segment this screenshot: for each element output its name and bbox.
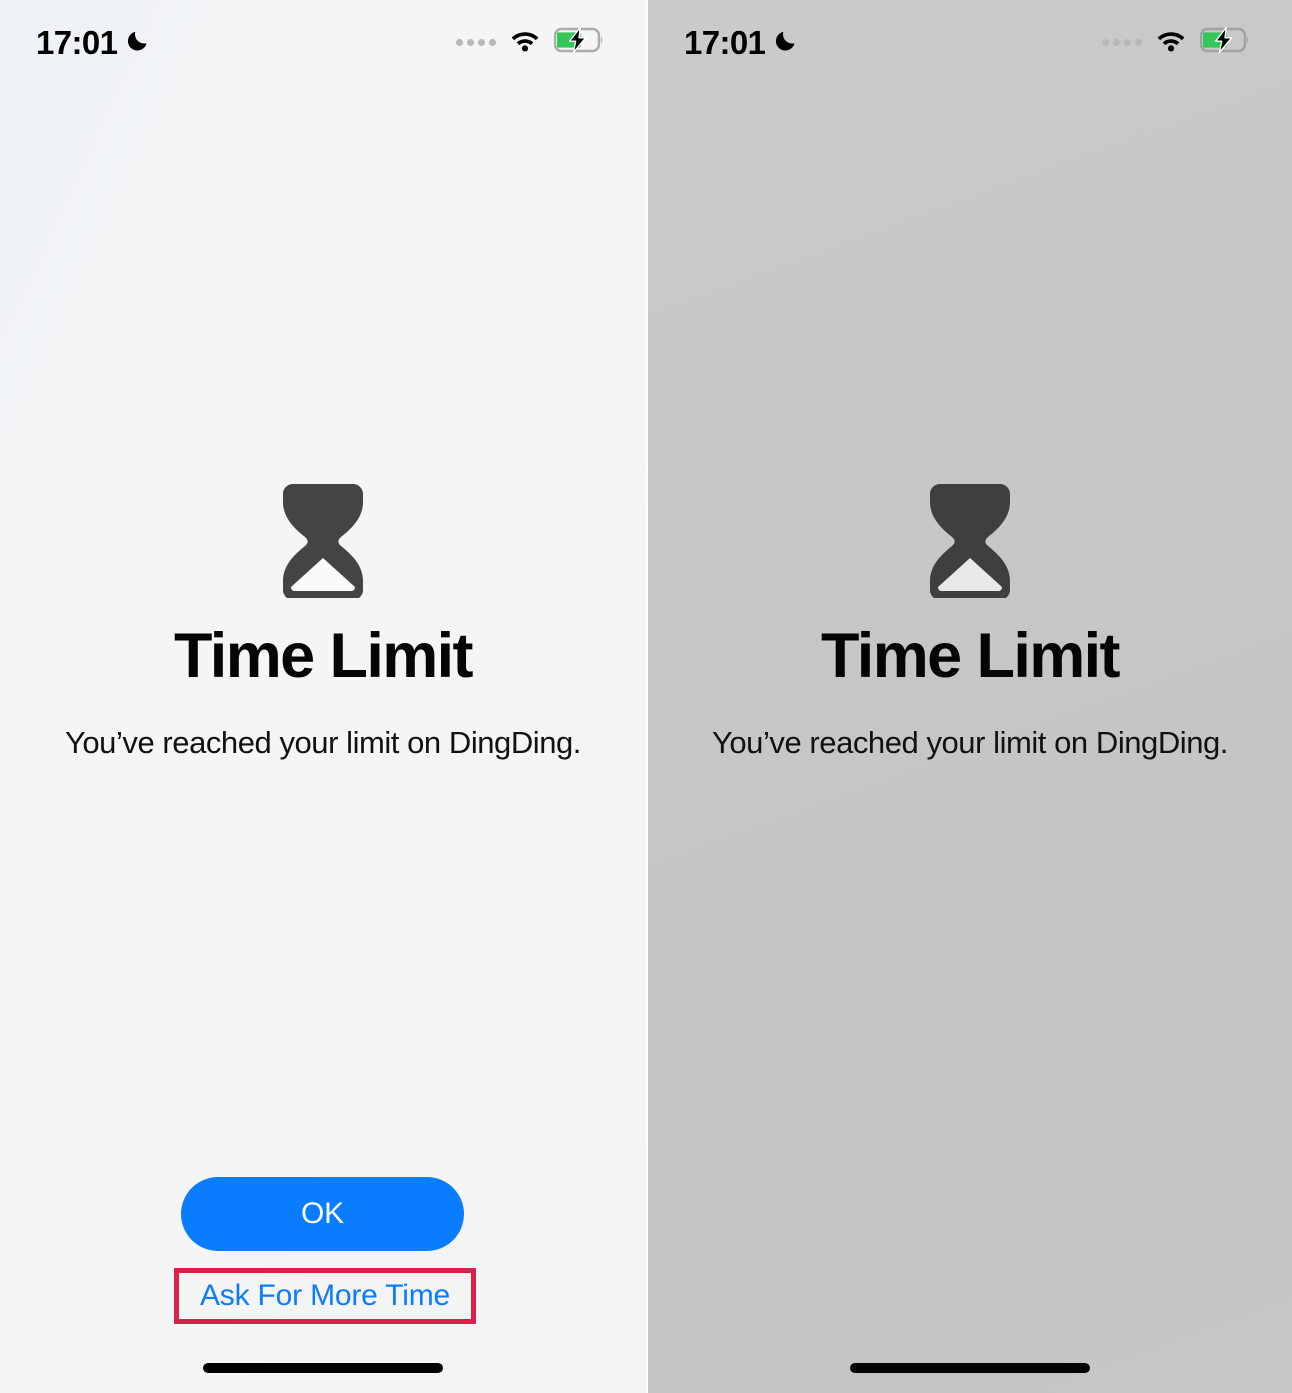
signal-dots-icon (1102, 38, 1142, 46)
page-title: Time Limit (174, 621, 474, 691)
signal-dots-icon (456, 38, 496, 46)
home-indicator-left[interactable] (203, 1363, 443, 1373)
status-bar-left: 17:01 (0, 0, 646, 84)
ok-button[interactable]: OK (181, 1177, 464, 1251)
hourglass-icon (922, 480, 1018, 603)
screenshot-root: 17:01 Time Limit You’ve reached your lim… (0, 0, 1292, 1393)
status-bar-left-group: 17:01 (36, 26, 150, 59)
status-bar-clock: 17:01 (684, 23, 766, 61)
page-title: Time Limit (821, 621, 1121, 691)
crescent-moon-icon (126, 28, 150, 57)
page-subtitle: You’ve reached your limit on DingDing. (65, 725, 581, 760)
home-indicator-right[interactable] (850, 1363, 1090, 1373)
status-bar-right-group (456, 26, 604, 58)
wifi-icon (1155, 28, 1187, 57)
ask-for-more-time-button[interactable]: Ask For More Time (174, 1268, 476, 1324)
status-bar-right: 17:01 (648, 0, 1292, 84)
screen-time-limit-alert: 17:01 Time Limit You’ve reached your lim… (0, 0, 646, 1393)
status-bar-right-group (1102, 26, 1250, 58)
hourglass-icon (275, 480, 371, 603)
battery-charging-icon (553, 26, 604, 58)
battery-charging-icon (1199, 26, 1250, 58)
status-bar-clock: 17:01 (36, 23, 118, 61)
wifi-icon (509, 28, 541, 57)
page-subtitle: You’ve reached your limit on DingDing. (712, 725, 1228, 760)
crescent-moon-icon (774, 28, 798, 57)
time-limit-hero-right: Time Limit You’ve reached your limit on … (648, 480, 1292, 761)
screen-time-limit-action-sheet: 17:01 Time Limit You’ve reached your lim… (646, 0, 1292, 1393)
ask-for-more-time-label: Ask For More Time (200, 1279, 450, 1312)
time-limit-hero-left: Time Limit You’ve reached your limit on … (0, 480, 646, 761)
status-bar-left-group: 17:01 (684, 26, 798, 59)
